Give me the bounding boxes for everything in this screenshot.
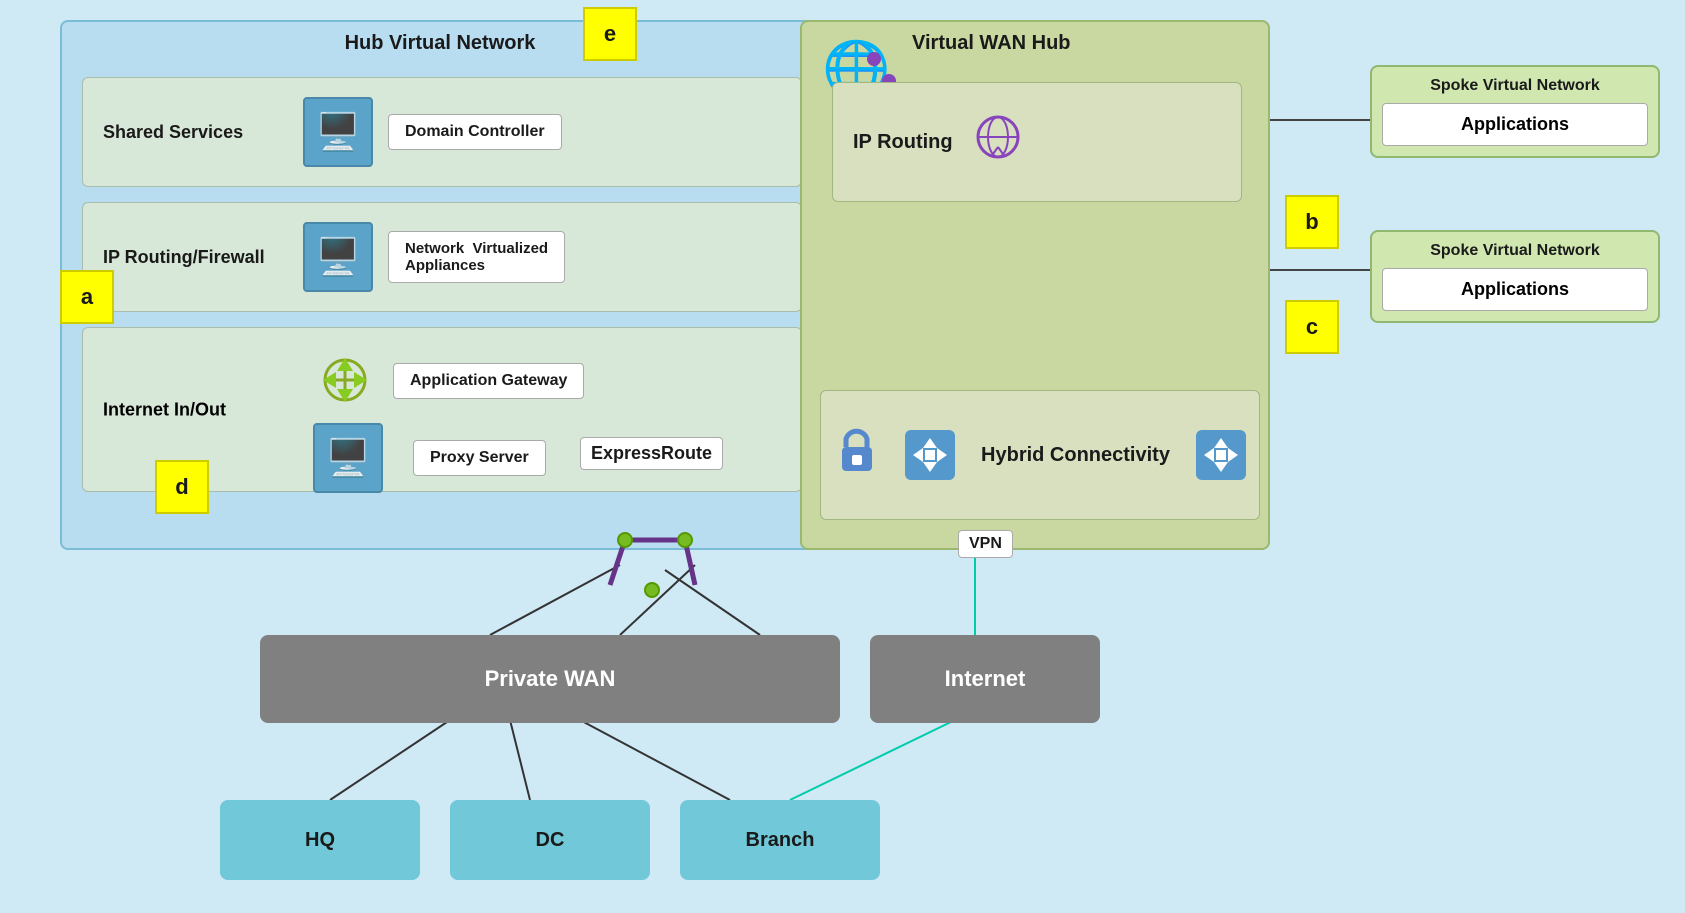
internet-inout-label: Internet In/Out xyxy=(103,399,226,420)
diagram-container: Hub Virtual Network Shared Services 🖥️ D… xyxy=(0,0,1685,913)
expressroute-triangle xyxy=(595,530,715,615)
monitor-icon: 🖥️ xyxy=(316,111,361,153)
shared-services-icon: 🖥️ xyxy=(303,97,373,167)
monitor-icon-2: 🖥️ xyxy=(316,236,361,278)
hub-vnet-title: Hub Virtual Network xyxy=(345,32,536,55)
internet-box: Internet xyxy=(870,635,1100,723)
proxy-server-icon: 🖥️ xyxy=(313,423,383,493)
hybrid-connectivity-box: Hybrid Connectivity xyxy=(820,390,1260,520)
branch-box: Branch xyxy=(680,800,880,880)
routing-box: IP Routing xyxy=(832,82,1242,202)
proxy-server-box: Proxy Server xyxy=(413,440,546,476)
ip-routing-firewall-row: IP Routing/Firewall 🖥️ Network Virtualiz… xyxy=(82,202,802,312)
move-icon-left xyxy=(905,430,955,480)
shared-services-label: Shared Services xyxy=(83,122,303,143)
spoke-vnet-1-app: Applications xyxy=(1382,103,1648,146)
vpn-label: VPN xyxy=(958,530,1013,558)
hybrid-connectivity-label: Hybrid Connectivity xyxy=(981,444,1170,467)
spoke-vnet-1-title: Spoke Virtual Network xyxy=(1382,77,1648,95)
ip-routing-icon: 🖥️ xyxy=(303,222,373,292)
expressroute-label: ExpressRoute xyxy=(580,437,723,470)
nva-box: Network VirtualizedAppliances xyxy=(388,231,565,283)
wan-hub-title: Virtual WAN Hub xyxy=(912,32,1071,55)
hq-label: HQ xyxy=(305,829,335,852)
private-wan-label: Private WAN xyxy=(485,666,616,692)
label-b: b xyxy=(1285,195,1339,249)
dc-label: DC xyxy=(536,829,565,852)
ip-routing-firewall-label: IP Routing/Firewall xyxy=(83,247,303,268)
routing-icon xyxy=(973,112,1023,172)
label-a: a xyxy=(60,270,114,324)
spoke-vnet-2: Spoke Virtual Network Applications xyxy=(1370,230,1660,323)
hq-box: HQ xyxy=(220,800,420,880)
label-c: c xyxy=(1285,300,1339,354)
dc-box: DC xyxy=(450,800,650,880)
label-d: d xyxy=(155,460,209,514)
app-gateway-row: Application Gateway xyxy=(313,348,584,413)
private-wan-box: Private WAN xyxy=(260,635,840,723)
domain-controller-box: Domain Controller xyxy=(388,114,562,150)
routing-label: IP Routing xyxy=(853,131,953,154)
app-gateway-icon xyxy=(313,348,378,413)
monitor-icon-3: 🖥️ xyxy=(326,437,371,479)
spoke-vnet-1: Spoke Virtual Network Applications xyxy=(1370,65,1660,158)
label-e: e xyxy=(583,7,637,61)
spoke-vnet-2-title: Spoke Virtual Network xyxy=(1382,242,1648,260)
lock-icon-left xyxy=(834,425,879,485)
shared-services-row: Shared Services 🖥️ Domain Controller xyxy=(82,77,802,187)
app-gateway-box: Application Gateway xyxy=(393,363,584,399)
spoke-vnet-2-app: Applications xyxy=(1382,268,1648,311)
branch-label: Branch xyxy=(746,829,815,852)
move-icon-right xyxy=(1196,430,1246,480)
internet-label: Internet xyxy=(945,666,1026,692)
proxy-server-row: 🖥️ Proxy Server xyxy=(313,423,546,493)
